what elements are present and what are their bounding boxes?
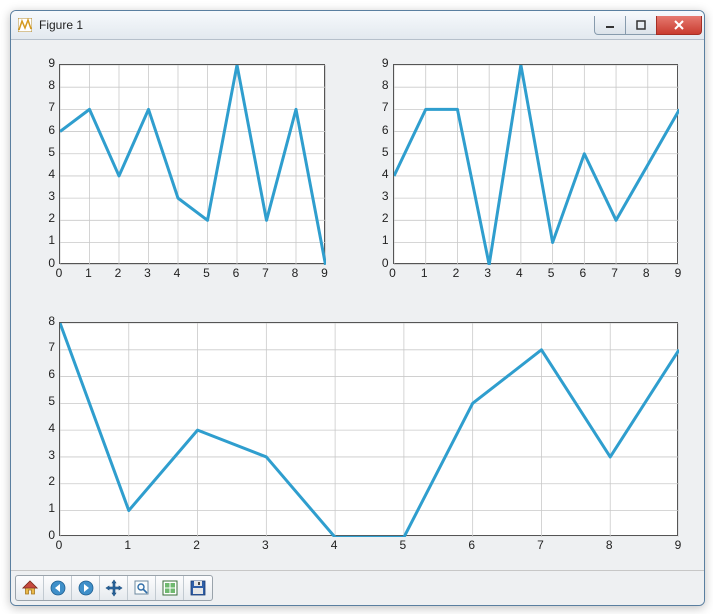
- zoom-button[interactable]: [128, 576, 156, 600]
- ytick-label: 9: [43, 56, 55, 70]
- window-buttons: [594, 16, 702, 35]
- ytick-label: 1: [43, 233, 55, 247]
- xtick-label: 6: [230, 266, 242, 280]
- xtick-label: 3: [482, 266, 494, 280]
- xtick-label: 1: [418, 266, 430, 280]
- xtick-label: 5: [397, 538, 409, 552]
- titlebar: Figure 1: [11, 11, 704, 40]
- ytick-label: 1: [43, 501, 55, 515]
- ytick-label: 2: [377, 211, 389, 225]
- xtick-label: 4: [171, 266, 183, 280]
- xtick-label: 2: [191, 538, 203, 552]
- ytick-label: 3: [43, 448, 55, 462]
- plots-container: 0123456789012345678901234567890123456789…: [31, 58, 684, 564]
- xtick-label: 5: [545, 266, 557, 280]
- close-button[interactable]: [656, 16, 702, 35]
- navigation-toolbar: [11, 570, 704, 605]
- xtick-label: 7: [609, 266, 621, 280]
- ytick-label: 6: [43, 367, 55, 381]
- xtick-label: 9: [672, 538, 684, 552]
- ytick-label: 4: [377, 167, 389, 181]
- ytick-label: 5: [43, 145, 55, 159]
- ytick-label: 0: [377, 256, 389, 270]
- forward-button[interactable]: [72, 576, 100, 600]
- xtick-label: 9: [672, 266, 684, 280]
- app-icon: [17, 17, 33, 33]
- ytick-label: 4: [43, 167, 55, 181]
- plot-bottom-wide[interactable]: [59, 322, 678, 536]
- ytick-label: 9: [377, 56, 389, 70]
- ytick-label: 6: [377, 123, 389, 137]
- plot-top-right[interactable]: [393, 64, 679, 264]
- xtick-label: 1: [122, 538, 134, 552]
- ytick-label: 2: [43, 474, 55, 488]
- home-button[interactable]: [16, 576, 44, 600]
- ytick-label: 0: [43, 528, 55, 542]
- back-button[interactable]: [44, 576, 72, 600]
- xtick-label: 2: [112, 266, 124, 280]
- pan-button[interactable]: [100, 576, 128, 600]
- figure-window: Figure 1 0123456789012345678901234567890: [10, 10, 705, 606]
- ytick-label: 7: [43, 100, 55, 114]
- subplots-button[interactable]: [156, 576, 184, 600]
- ytick-label: 8: [43, 314, 55, 328]
- ytick-label: 8: [43, 78, 55, 92]
- xtick-label: 8: [289, 266, 301, 280]
- xtick-label: 7: [534, 538, 546, 552]
- xtick-label: 9: [319, 266, 331, 280]
- maximize-button[interactable]: [625, 16, 657, 35]
- xtick-label: 8: [603, 538, 615, 552]
- save-button[interactable]: [184, 576, 212, 600]
- xtick-label: 5: [201, 266, 213, 280]
- ytick-label: 1: [377, 233, 389, 247]
- ytick-label: 5: [377, 145, 389, 159]
- xtick-label: 3: [142, 266, 154, 280]
- ytick-label: 7: [377, 100, 389, 114]
- plot-top-left[interactable]: [59, 64, 325, 264]
- figure-canvas: 0123456789012345678901234567890123456789…: [11, 40, 704, 570]
- xtick-label: 4: [513, 266, 525, 280]
- ytick-label: 2: [43, 211, 55, 225]
- window-title: Figure 1: [39, 18, 83, 32]
- ytick-label: 0: [43, 256, 55, 270]
- ytick-label: 7: [43, 340, 55, 354]
- xtick-label: 6: [577, 266, 589, 280]
- xtick-label: 2: [450, 266, 462, 280]
- ytick-label: 3: [43, 189, 55, 203]
- ytick-label: 3: [377, 189, 389, 203]
- minimize-button[interactable]: [594, 16, 626, 35]
- xtick-label: 1: [83, 266, 95, 280]
- ytick-label: 5: [43, 394, 55, 408]
- xtick-label: 7: [260, 266, 272, 280]
- ytick-label: 4: [43, 421, 55, 435]
- xtick-label: 4: [328, 538, 340, 552]
- ytick-label: 8: [377, 78, 389, 92]
- ytick-label: 6: [43, 123, 55, 137]
- xtick-label: 3: [259, 538, 271, 552]
- xtick-label: 6: [466, 538, 478, 552]
- xtick-label: 8: [640, 266, 652, 280]
